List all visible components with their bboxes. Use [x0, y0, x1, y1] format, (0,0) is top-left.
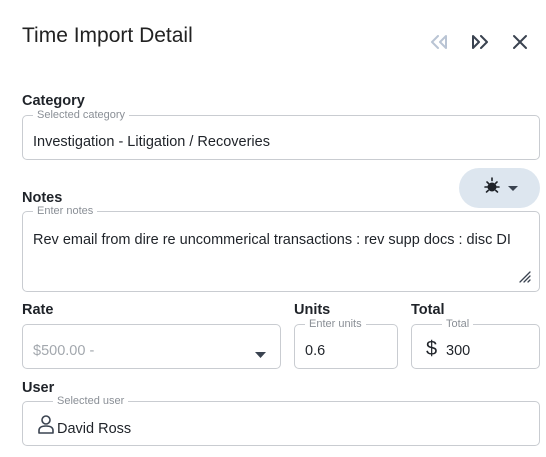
- notes-label: Notes: [22, 190, 63, 206]
- category-value: Investigation - Litigation / Recoveries: [33, 134, 270, 150]
- user-select[interactable]: Selected user David Ross: [22, 395, 540, 446]
- total-label: Total: [411, 302, 445, 318]
- units-value: 0.6: [305, 343, 326, 359]
- user-value: David Ross: [57, 421, 132, 437]
- category-label: Category: [22, 93, 85, 109]
- notes-legend: Enter notes: [33, 205, 98, 218]
- dollar-icon: $: [426, 338, 438, 360]
- user-legend: Selected user: [53, 395, 129, 408]
- rate-select[interactable]: $500.00 -: [22, 324, 281, 369]
- close-icon[interactable]: [509, 31, 531, 53]
- total-field: Total $ 300: [411, 318, 540, 369]
- rate-placeholder: $500.00 -: [33, 343, 95, 359]
- user-label: User: [22, 380, 55, 396]
- chevron-down-icon: [507, 179, 518, 197]
- chevron-down-icon: [255, 345, 266, 363]
- units-legend: Enter units: [305, 318, 366, 331]
- rate-label: Rate: [22, 302, 54, 318]
- total-legend: Total: [442, 318, 474, 331]
- units-input[interactable]: Enter units 0.6: [294, 318, 398, 369]
- category-select[interactable]: Selected category Investigation - Litiga…: [22, 109, 540, 160]
- person-icon: [37, 414, 55, 439]
- notes-textarea[interactable]: Enter notes Rev email from dire re uncom…: [22, 205, 540, 292]
- category-legend: Selected category: [33, 109, 130, 122]
- dialog-title: Time Import Detail: [22, 24, 193, 47]
- units-label: Units: [294, 302, 331, 318]
- fast-forward-icon[interactable]: [469, 31, 491, 53]
- resize-handle-icon[interactable]: [517, 269, 531, 283]
- total-value: 300: [446, 343, 471, 359]
- idea-button[interactable]: [459, 168, 540, 208]
- rewind-icon[interactable]: [428, 31, 450, 53]
- notes-value: Rev email from dire re uncommerical tran…: [33, 232, 511, 248]
- lightbulb-icon: [482, 176, 502, 201]
